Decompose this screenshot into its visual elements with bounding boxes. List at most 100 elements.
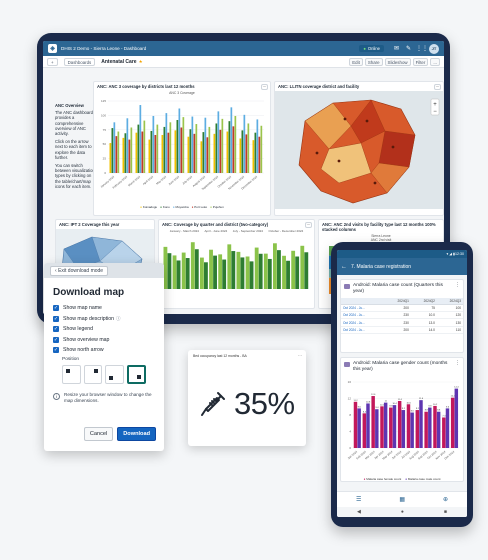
x-tick-label: March 2024 <box>127 174 141 187</box>
bar <box>249 261 254 289</box>
bar <box>263 253 268 289</box>
y-tick-label: 4 <box>349 429 351 433</box>
bar <box>221 118 224 173</box>
option-show-north-arrow[interactable]: ✓ Show north arrow <box>44 345 164 356</box>
nav-back-icon[interactable]: ◀ <box>357 509 361 515</box>
note-text: Resize your browser window to change the… <box>64 391 152 403</box>
data-label: 9.2 <box>402 408 406 410</box>
syringe-icon <box>201 392 225 416</box>
dashboards-button[interactable]: Dashboards <box>63 57 96 66</box>
apps-grid-icon[interactable]: ⋮⋮ <box>416 45 428 52</box>
bar <box>371 395 375 448</box>
bar <box>277 250 281 289</box>
bar <box>357 407 361 448</box>
chart-icon <box>344 362 350 367</box>
item-menu-button[interactable]: ⋯ <box>261 84 268 90</box>
bar <box>202 132 205 173</box>
bar <box>222 259 227 289</box>
bar <box>241 130 244 173</box>
slideshow-button[interactable]: Slideshow <box>384 57 411 66</box>
option-show-map-description[interactable]: ✓ Show map description ⓘ <box>44 314 164 325</box>
position-bottom-right[interactable] <box>127 364 147 384</box>
share-button[interactable]: Share <box>364 57 383 66</box>
bar <box>245 134 248 173</box>
checkbox-checked-icon[interactable]: ✓ <box>53 336 59 343</box>
edit-button[interactable]: Edit <box>349 57 363 66</box>
back-arrow-icon[interactable]: ← <box>341 264 347 270</box>
nav-add-icon[interactable]: ⊕ <box>443 496 448 503</box>
option-show-map-name[interactable]: ✓ Show map name <box>44 303 164 314</box>
more-button[interactable]: ... <box>430 57 440 66</box>
app-title: DHIS 2 Demo - Sierra Leone - Dashboard <box>61 46 147 51</box>
card-title-row: Android: Malaria case gender count (mont… <box>341 358 463 376</box>
nav-home-icon[interactable]: ● <box>401 509 404 515</box>
bar <box>267 258 272 289</box>
quarter-chart-card: ANC: Coverage by quarter and district (t… <box>158 219 315 309</box>
checkbox-checked-icon[interactable]: ✓ <box>53 315 59 322</box>
position-top-right[interactable] <box>83 364 103 384</box>
nav-list-icon[interactable]: ☰ <box>356 496 361 503</box>
checkbox-checked-icon[interactable]: ✓ <box>53 347 59 354</box>
quarter-chart <box>163 242 309 289</box>
nav-recent-icon[interactable]: ■ <box>444 509 447 515</box>
item-menu-button[interactable]: ⋯ <box>434 84 441 90</box>
download-button[interactable]: Download <box>117 427 156 441</box>
nav-dashboard-icon[interactable]: ▦ <box>399 496 405 503</box>
bar <box>273 243 277 289</box>
card-title: ANC: ANC 3 coverage by districts last 12… <box>97 84 195 89</box>
filter-button[interactable]: Filter <box>412 57 429 66</box>
cancel-button[interactable]: Cancel <box>83 427 114 441</box>
map-view: + − <box>275 91 443 209</box>
bar <box>193 133 196 173</box>
more-vert-icon[interactable]: ⋮ <box>455 282 460 289</box>
messages-icon[interactable]: ✎ <box>404 45 413 52</box>
intro-paragraph: The ANC dashboard provides a comprehensi… <box>55 110 93 137</box>
item-menu-button[interactable]: ⋯ <box>298 353 302 358</box>
bar <box>380 405 384 448</box>
screen-title: 7. Malaria case registration <box>351 263 412 270</box>
bar <box>213 133 216 173</box>
star-icon[interactable]: ★ <box>139 59 143 65</box>
data-label: 10.4 <box>392 403 397 405</box>
data-label: 11 <box>385 400 388 402</box>
bar <box>247 123 250 173</box>
option-show-legend[interactable]: ✓ Show legend <box>44 324 164 335</box>
avatar[interactable]: JT <box>429 43 439 54</box>
x-tick-label: June 2024 <box>168 174 181 186</box>
table-row: Oct 2024 - Ju... 200 75 100 <box>341 304 463 312</box>
item-menu-button[interactable]: ⋯ <box>305 222 312 228</box>
bar <box>397 400 402 448</box>
position-top-left[interactable] <box>62 364 81 384</box>
llitn-map-card: ANC: LLITN coverage district and facilit… <box>274 81 444 216</box>
table-row: Oct 2024 - Ju... 230 13.0 130 <box>341 318 463 327</box>
bar <box>172 255 177 289</box>
interpretations-icon[interactable]: ✉ <box>392 45 401 52</box>
bar <box>226 131 229 173</box>
pivot-table-card: Android: Malaria case count (Quarters th… <box>340 279 464 353</box>
bar <box>454 388 459 448</box>
intro-paragraph: You can switch between visualization typ… <box>55 163 95 189</box>
option-label: Show legend <box>63 326 93 333</box>
bar <box>122 137 125 173</box>
data-label: 11.4 <box>398 399 403 401</box>
clock: 12:30 <box>455 252 464 256</box>
bar <box>189 129 192 173</box>
bar <box>232 126 235 173</box>
bar <box>148 139 151 173</box>
bar <box>401 409 406 448</box>
more-vert-icon[interactable]: ⋮ <box>455 360 460 367</box>
bar <box>239 138 242 173</box>
add-dashboard-button[interactable]: + <box>47 57 58 66</box>
checkbox-checked-icon[interactable]: ✓ <box>53 326 59 333</box>
bar <box>167 132 170 173</box>
y-tick-label: 25 <box>103 157 107 161</box>
exit-download-mode-button[interactable]: ‹ Exit download mode <box>50 265 109 276</box>
dialog-actions: Cancel Download <box>83 427 156 441</box>
checkbox-checked-icon[interactable]: ✓ <box>53 305 59 312</box>
bar <box>111 128 114 173</box>
y-tick-label: 0 <box>104 171 106 175</box>
signal-icon: ▾ ◢ ▮ <box>446 252 455 256</box>
bar <box>406 403 411 448</box>
option-show-overview-map[interactable]: ✓ Show overview map <box>44 335 164 346</box>
position-bottom-left[interactable] <box>105 364 125 384</box>
